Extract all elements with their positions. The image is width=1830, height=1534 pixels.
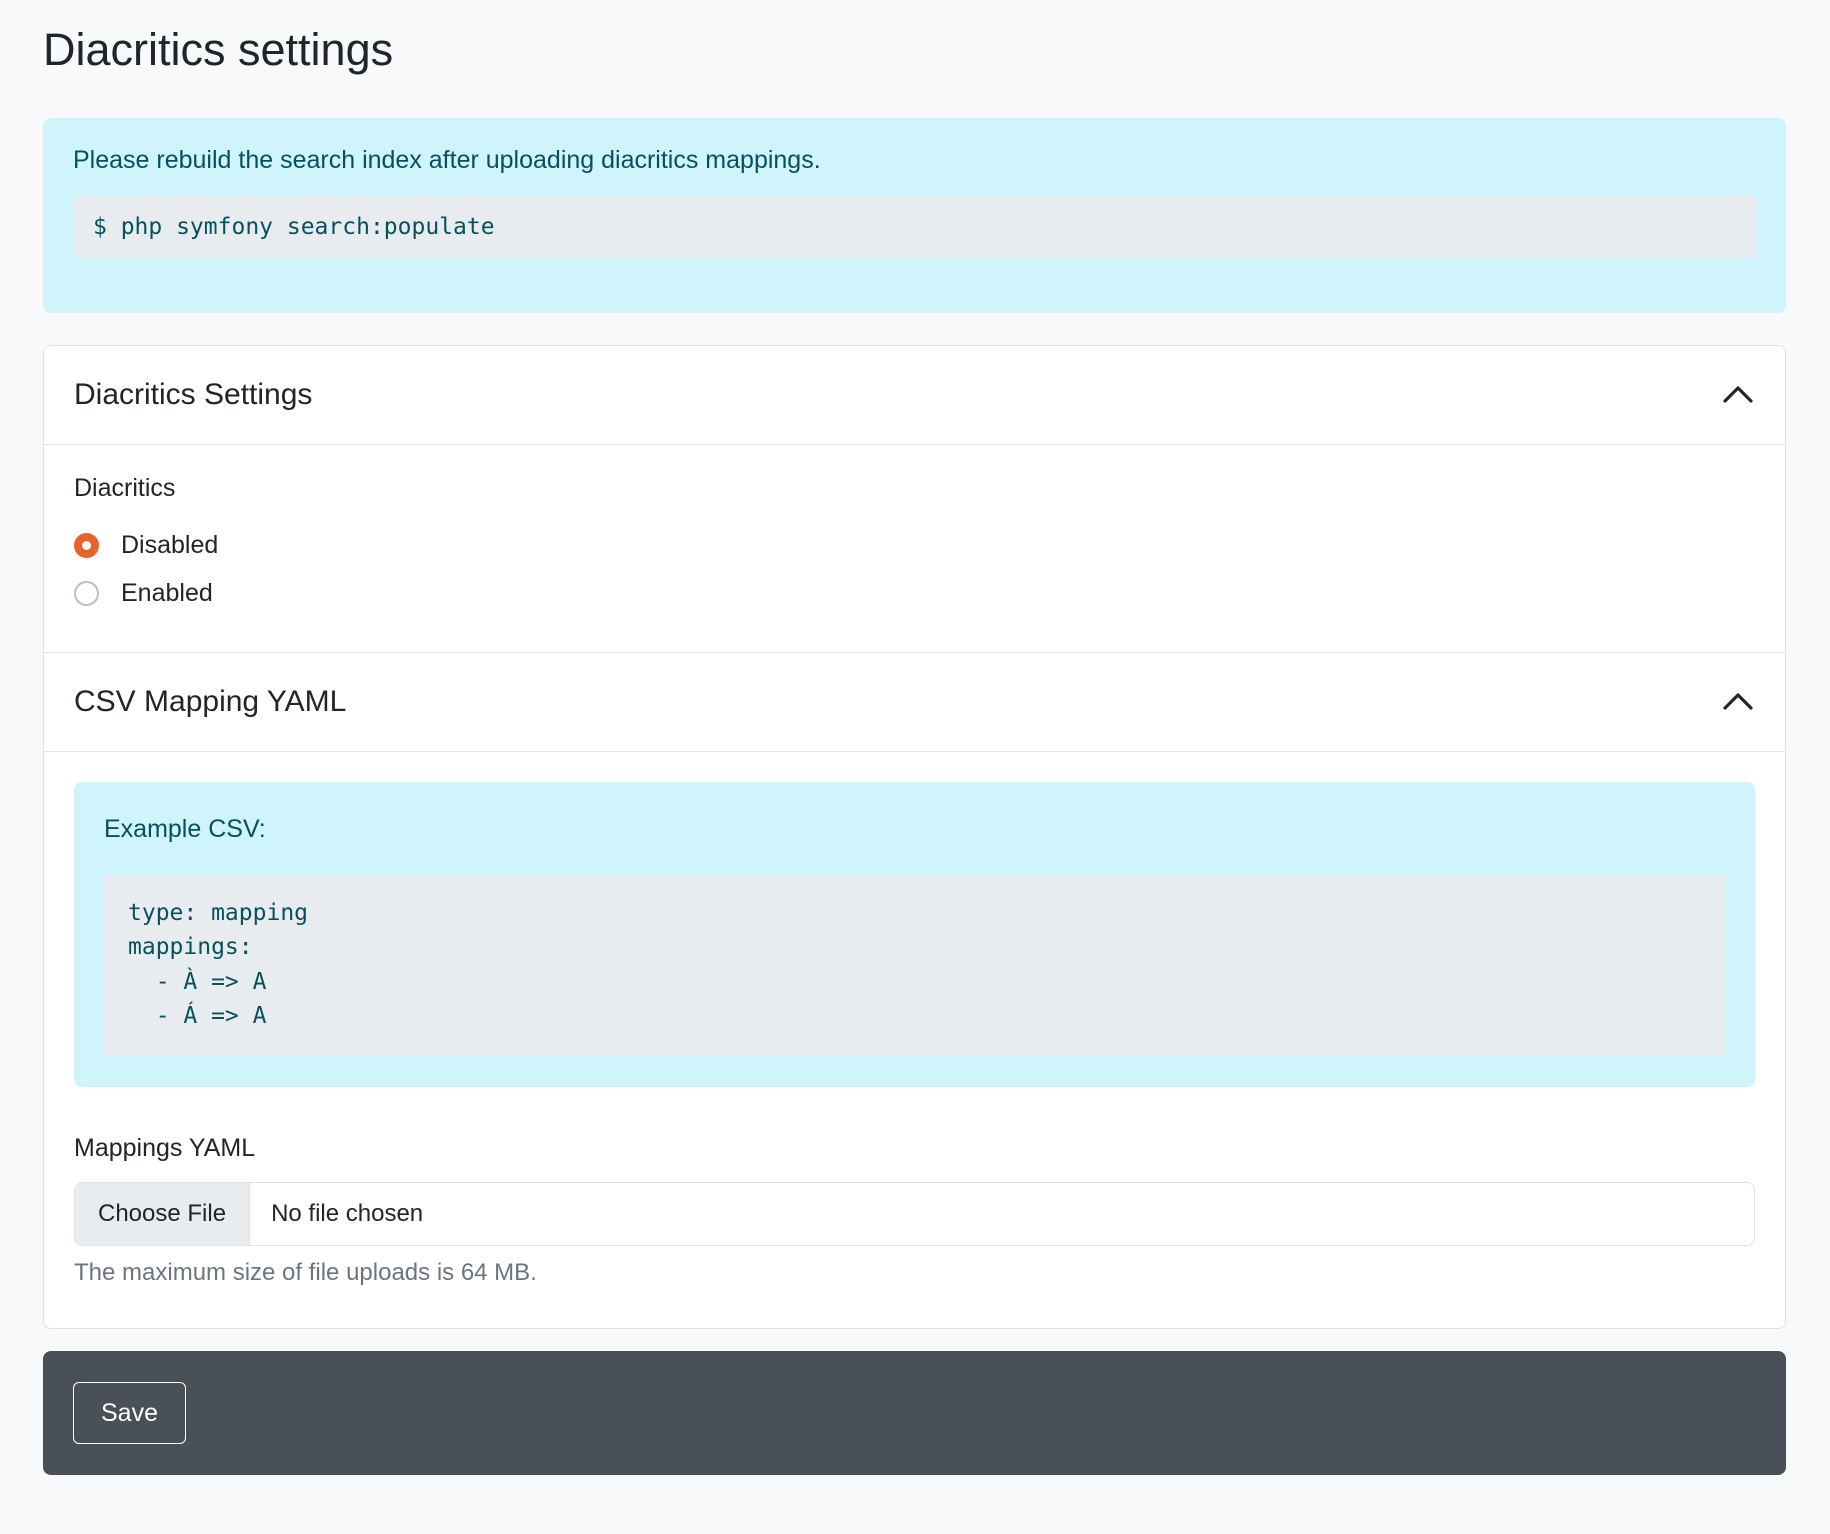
csv-mapping-section-body: Example CSV: type: mapping mappings: - À… xyxy=(44,751,1785,1328)
section-title: Diacritics Settings xyxy=(74,378,312,412)
mappings-yaml-label: Mappings YAML xyxy=(74,1133,1755,1164)
diacritics-field-label: Diacritics xyxy=(74,473,1755,504)
radio-label[interactable]: Enabled xyxy=(121,579,213,608)
form-actions-bar: Save xyxy=(43,1351,1786,1475)
accordion-item-diacritics: Diacritics Settings Diacritics Disabled … xyxy=(44,346,1785,652)
rebuild-index-alert: Please rebuild the search index after up… xyxy=(43,118,1786,313)
choose-file-button[interactable]: Choose File xyxy=(75,1183,250,1245)
upload-size-help-text: The maximum size of file uploads is 64 M… xyxy=(74,1258,1755,1288)
example-csv-label: Example CSV: xyxy=(104,814,1725,845)
accordion-header-csv-mapping[interactable]: CSV Mapping YAML xyxy=(44,653,1785,751)
accordion-header-diacritics[interactable]: Diacritics Settings xyxy=(44,346,1785,444)
example-csv-box: Example CSV: type: mapping mappings: - À… xyxy=(74,782,1755,1087)
diacritics-settings-page: Diacritics settings Please rebuild the s… xyxy=(0,24,1830,1505)
alert-message: Please rebuild the search index after up… xyxy=(73,145,1756,176)
save-button[interactable]: Save xyxy=(73,1382,186,1444)
radio-disabled-selected[interactable] xyxy=(74,533,99,558)
chevron-up-icon xyxy=(1723,692,1753,711)
radio-enabled-unselected[interactable] xyxy=(74,581,99,606)
file-chosen-status: No file chosen xyxy=(250,1183,444,1245)
radio-option-disabled[interactable]: Disabled xyxy=(74,522,1755,570)
diacritics-section-body: Diacritics Disabled Enabled xyxy=(44,444,1785,652)
mappings-yaml-file-input[interactable]: Choose File No file chosen xyxy=(74,1182,1755,1246)
accordion-item-csv-mapping: CSV Mapping YAML Example CSV: type: mapp… xyxy=(44,652,1785,1328)
radio-label[interactable]: Disabled xyxy=(121,531,218,560)
page-title: Diacritics settings xyxy=(43,24,1786,76)
section-title: CSV Mapping YAML xyxy=(74,685,346,719)
settings-accordion: Diacritics Settings Diacritics Disabled … xyxy=(43,345,1786,1329)
chevron-up-icon xyxy=(1723,385,1753,404)
example-yaml-code: type: mapping mappings: - À => A - Á => … xyxy=(104,875,1725,1055)
rebuild-command-code: $ php symfony search:populate xyxy=(73,196,1756,258)
radio-option-enabled[interactable]: Enabled xyxy=(74,570,1755,618)
